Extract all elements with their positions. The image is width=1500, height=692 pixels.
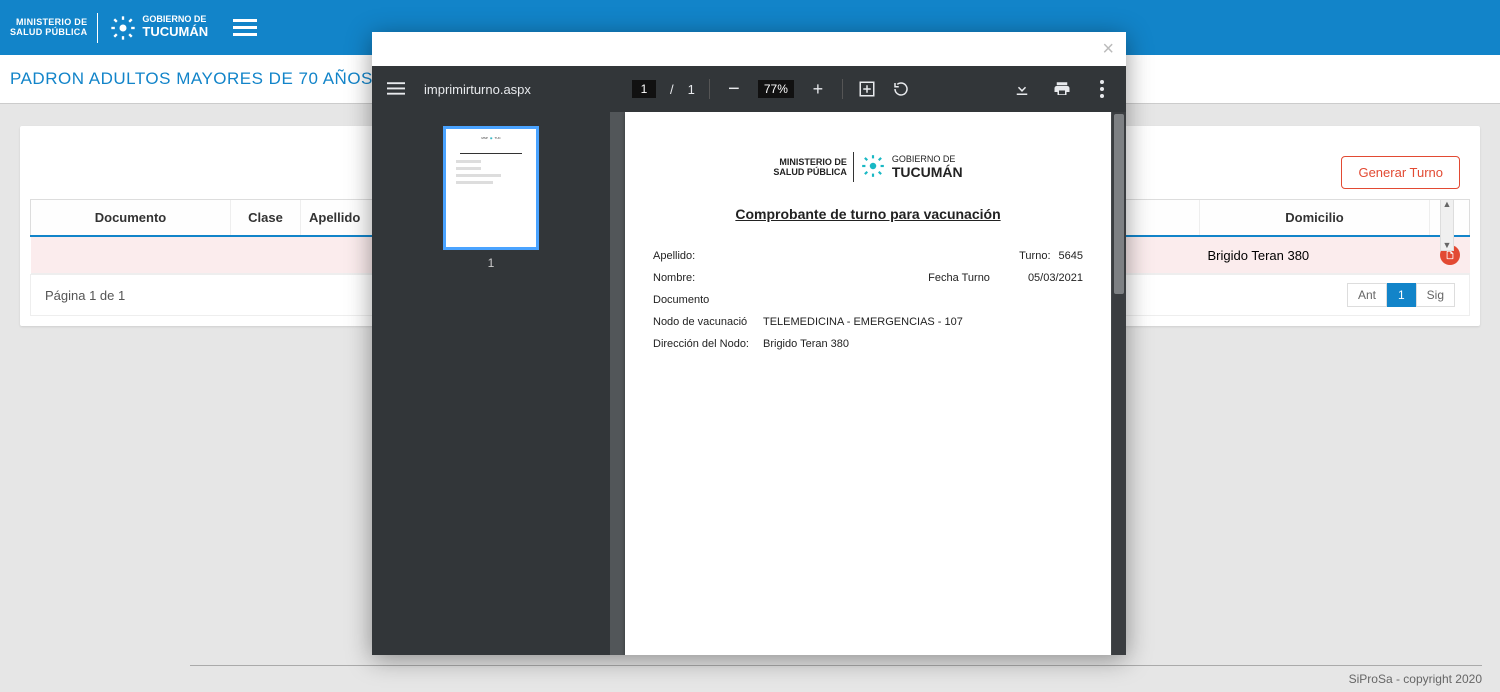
lbl-nodo: Nodo de vacunació <box>653 316 763 328</box>
th-domicilio: Domicilio <box>1200 200 1430 237</box>
pdf-page-viewport[interactable]: MINISTERIO DE SALUD PÚBLICA GOBIERNO DE … <box>610 112 1126 655</box>
pdf-sidebar-toggle-icon[interactable] <box>386 79 406 99</box>
scrollbar-handle[interactable] <box>1114 114 1124 294</box>
separator <box>842 79 843 99</box>
th-documento: Documento <box>31 200 231 237</box>
val-turno: 5645 <box>1059 250 1083 262</box>
cell-documento <box>31 236 231 274</box>
lbl-documento: Documento <box>653 294 763 306</box>
brand-ministry-bottom: SALUD PÚBLICA <box>10 28 87 38</box>
separator <box>709 79 710 99</box>
pdf-page-input[interactable] <box>632 80 656 98</box>
rotate-icon[interactable] <box>891 79 911 99</box>
pdf-toolbar: imprimirturno.aspx / 1 − 77% + <box>372 66 1126 112</box>
lbl-turno: Turno: <box>1019 250 1058 262</box>
pdf-page-total: 1 <box>688 82 695 97</box>
pdf-brand-gov-top: GOBIERNO DE <box>892 154 963 164</box>
sun-icon <box>860 153 886 182</box>
cell-clase <box>231 236 301 274</box>
thumb-number: 1 <box>488 256 495 270</box>
pdf-brand-ministry-top: MINISTERIO DE <box>773 157 847 167</box>
more-icon[interactable] <box>1092 79 1112 99</box>
pager-next[interactable]: Sig <box>1416 283 1455 307</box>
close-icon[interactable]: × <box>1102 38 1114 61</box>
zoom-in-icon[interactable]: + <box>808 79 828 99</box>
brand-logo: MINISTERIO DE SALUD PÚBLICA GOBIERNO DE … <box>10 13 208 43</box>
brand-gov-bottom: TUCUMÁN <box>142 25 208 39</box>
zoom-level: 77% <box>758 80 794 98</box>
pdf-page-sep: / <box>670 82 674 97</box>
val-nodo: TELEMEDICINA - EMERGENCIAS - 107 <box>763 316 963 328</box>
pdf-scrollbar[interactable] <box>1112 112 1126 655</box>
pager-current[interactable]: 1 <box>1387 283 1416 307</box>
pdf-filename: imprimirturno.aspx <box>424 82 531 97</box>
pager: Ant 1 Sig <box>1347 283 1455 307</box>
page-info: Página 1 de 1 <box>45 288 125 303</box>
pdf-brand-gov-bottom: TUCUMÁN <box>892 164 963 180</box>
print-icon[interactable] <box>1052 79 1072 99</box>
th-clase: Clase <box>231 200 301 237</box>
sun-icon <box>108 13 138 43</box>
pager-prev[interactable]: Ant <box>1347 283 1387 307</box>
pdf-body: MSP◉TUC 1 MINISTERIO DE SALUD PÚBLICA <box>372 112 1126 655</box>
zoom-out-icon[interactable]: − <box>724 79 744 99</box>
pdf-thumbnail[interactable]: MSP◉TUC <box>443 126 539 250</box>
table-scrollbar[interactable]: ▲▼ <box>1440 199 1454 251</box>
pdf-logo: MINISTERIO DE SALUD PÚBLICA GOBIERNO DE … <box>653 152 1083 182</box>
lbl-fecha: Fecha Turno <box>928 272 998 284</box>
fit-page-icon[interactable] <box>857 79 877 99</box>
hamburger-icon[interactable] <box>233 18 257 38</box>
pdf-thumbnails: MSP◉TUC 1 <box>372 112 610 655</box>
cell-domicilio: Brigido Teran 380 <box>1200 236 1430 274</box>
lbl-direccion: Dirección del Nodo: <box>653 338 763 350</box>
pdf-document-title: Comprobante de turno para vacunación <box>653 206 1083 222</box>
pdf-modal: × imprimirturno.aspx / 1 − 77% + <box>372 32 1126 655</box>
val-direccion: Brigido Teran 380 <box>763 338 849 350</box>
download-icon[interactable] <box>1012 79 1032 99</box>
val-fecha: 05/03/2021 <box>1028 272 1083 284</box>
lbl-apellido: Apellido: <box>653 250 763 262</box>
footer: SiProSa - copyright 2020 <box>190 665 1482 686</box>
footer-text: SiProSa - copyright 2020 <box>1349 672 1482 686</box>
generate-turn-button[interactable]: Generar Turno <box>1341 156 1460 189</box>
lbl-nombre: Nombre: <box>653 272 763 284</box>
pdf-page: MINISTERIO DE SALUD PÚBLICA GOBIERNO DE … <box>625 112 1111 655</box>
pdf-brand-ministry-bottom: SALUD PÚBLICA <box>773 167 847 177</box>
